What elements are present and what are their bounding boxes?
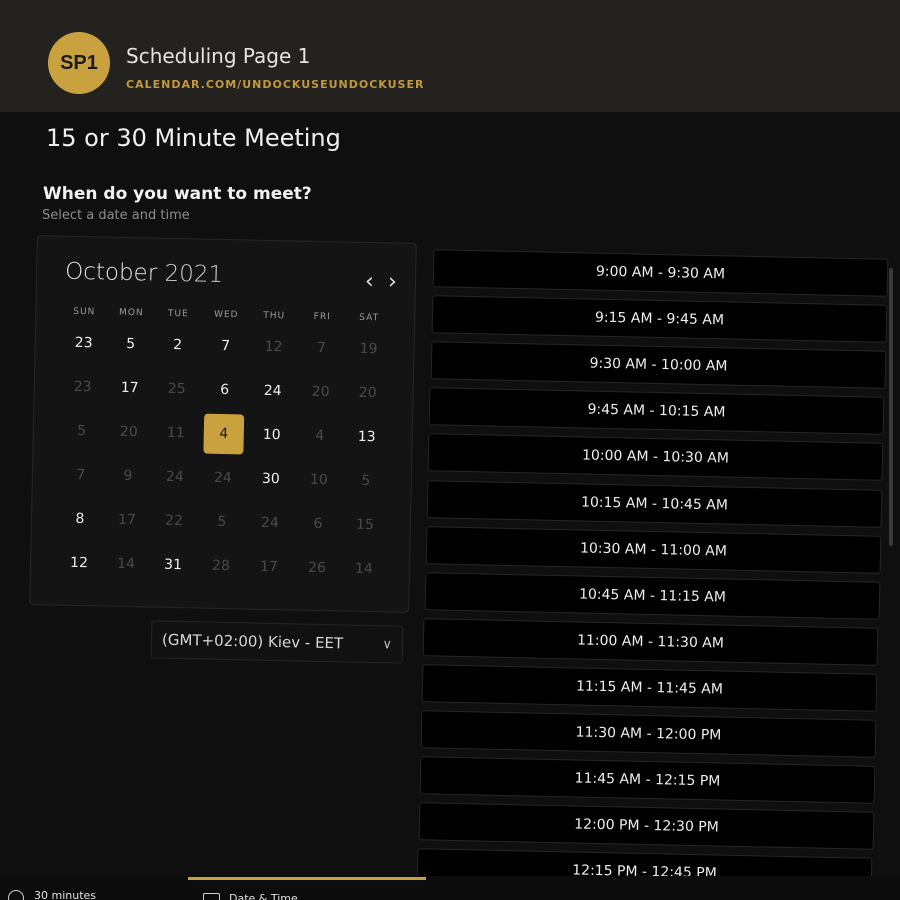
time-slot-button[interactable]: 11:00 AM - 11:30 AM bbox=[423, 618, 879, 666]
time-slot-button[interactable]: 9:45 AM - 10:15 AM bbox=[429, 387, 885, 436]
calendar-day: 5 bbox=[77, 422, 87, 440]
time-slot-button[interactable]: 10:15 AM - 10:45 AM bbox=[426, 479, 883, 528]
calendar-day[interactable]: 23 bbox=[63, 323, 104, 364]
calendar-day: 24 bbox=[260, 514, 280, 532]
scheduling-page-url[interactable]: CALENDAR.COM/UNDOCKUSEUNDOCKUSER bbox=[126, 78, 424, 91]
calendar-day: 22 bbox=[164, 512, 184, 530]
calendar-day: 5 bbox=[217, 513, 227, 531]
time-slot-button[interactable]: 11:45 AM - 12:15 PM bbox=[419, 756, 876, 804]
calendar-day[interactable]: 8 bbox=[60, 499, 101, 540]
time-slot-button[interactable]: 9:00 AM - 9:30 AM bbox=[432, 249, 889, 297]
time-slot-button[interactable]: 11:15 AM - 11:45 AM bbox=[421, 664, 878, 712]
calendar-day: 17 bbox=[259, 558, 279, 576]
step-date-time[interactable]: Date & Time bbox=[229, 892, 298, 900]
calendar-day: 10 bbox=[309, 471, 328, 489]
calendar-icon bbox=[203, 893, 220, 900]
chevron-down-icon: ∨ bbox=[382, 637, 393, 653]
calendar-day: 15 bbox=[355, 516, 374, 534]
calendar-day: 20 bbox=[311, 383, 330, 401]
time-slot-button[interactable]: 11:30 AM - 12:00 PM bbox=[420, 710, 877, 758]
calendar-day: 12 bbox=[264, 338, 283, 356]
timezone-value: (GMT+02:00) Kiev - EET bbox=[161, 630, 344, 653]
meeting-duration: 30 minutes bbox=[34, 889, 97, 900]
calendar-day: 24 bbox=[213, 469, 232, 487]
calendar-day: 19 bbox=[359, 340, 378, 358]
calendar-day: 9 bbox=[123, 467, 133, 485]
calendar-day[interactable]: 30 bbox=[250, 459, 291, 500]
clock-icon bbox=[8, 890, 24, 900]
time-slot-button[interactable]: 10:00 AM - 10:30 AM bbox=[427, 433, 884, 482]
time-slot-button[interactable]: 12:00 PM - 12:30 PM bbox=[418, 802, 874, 850]
weekday-header: THU bbox=[263, 310, 286, 322]
avatar: SP1 bbox=[48, 32, 110, 94]
calendar-year: 2021 bbox=[164, 260, 224, 288]
page-header: SP1 Scheduling Page 1 CALENDAR.COM/UNDOC… bbox=[0, 0, 900, 112]
calendar-day[interactable]: 24 bbox=[252, 371, 293, 412]
time-slot-button[interactable]: 10:30 AM - 11:00 AM bbox=[425, 525, 882, 574]
calendar-day: 26 bbox=[307, 559, 327, 577]
calendar-day: 20 bbox=[358, 384, 377, 402]
calendar-month-label: October 2021 bbox=[65, 259, 223, 288]
weekday-header: FRI bbox=[313, 311, 331, 323]
scheduling-page-name: Scheduling Page 1 bbox=[126, 44, 311, 68]
footer-bar bbox=[0, 876, 900, 900]
calendar-day: 17 bbox=[117, 511, 137, 529]
calendar-day[interactable]: 17 bbox=[109, 368, 150, 409]
time-slot-button[interactable]: 9:30 AM - 10:00 AM bbox=[430, 341, 886, 389]
calendar-day: 11 bbox=[166, 424, 185, 442]
calendar-day: 25 bbox=[167, 380, 186, 398]
calendar-day-selected[interactable]: 4 bbox=[203, 413, 245, 455]
weekday-header: WED bbox=[213, 309, 239, 321]
calendar-day: 4 bbox=[315, 427, 325, 445]
time-slot-scrollbar[interactable] bbox=[889, 268, 893, 546]
time-slot-button[interactable]: 10:45 AM - 11:15 AM bbox=[424, 571, 880, 620]
timezone-select[interactable]: (GMT+02:00) Kiev - EET ∨ bbox=[150, 620, 404, 664]
calendar-day: 14 bbox=[116, 555, 136, 573]
weekday-header: MON bbox=[118, 307, 144, 319]
meeting-question: When do you want to meet? bbox=[43, 184, 312, 204]
meeting-title: 15 or 30 Minute Meeting bbox=[46, 124, 341, 152]
calendar-day[interactable]: 13 bbox=[346, 417, 387, 458]
calendar-day: 28 bbox=[211, 557, 231, 575]
calendar-day[interactable]: 31 bbox=[153, 545, 194, 586]
calendar-day[interactable]: 10 bbox=[251, 415, 292, 456]
chevron-left-icon[interactable]: ‹ bbox=[365, 269, 374, 294]
chevron-right-icon[interactable]: › bbox=[388, 269, 397, 294]
calendar-day[interactable]: 5 bbox=[110, 324, 151, 365]
weekday-header: SAT bbox=[359, 312, 380, 324]
calendar-day: 7 bbox=[316, 339, 327, 357]
calendar-day: 6 bbox=[313, 515, 323, 533]
weekday-header: SUN bbox=[73, 306, 96, 318]
weekday-header: TUE bbox=[167, 308, 189, 320]
calendar-day[interactable]: 7 bbox=[205, 326, 246, 367]
calendar-day[interactable]: 2 bbox=[157, 325, 198, 366]
calendar-month: October bbox=[64, 258, 158, 287]
calendar-day: 24 bbox=[165, 468, 184, 486]
date-picker-calendar: October 2021 ‹ › SUN MON TUE WED THU FRI SAT 23… bbox=[29, 235, 417, 613]
calendar-day: 14 bbox=[354, 560, 374, 578]
meeting-instruction: Select a date and time bbox=[42, 208, 190, 223]
time-slot-button[interactable]: 9:15 AM - 9:45 AM bbox=[431, 295, 888, 343]
calendar-day: 5 bbox=[361, 472, 371, 490]
calendar-day: 23 bbox=[73, 378, 92, 396]
active-step-indicator bbox=[188, 877, 426, 880]
calendar-day[interactable]: 12 bbox=[59, 543, 100, 584]
calendar-day[interactable]: 6 bbox=[204, 370, 245, 411]
calendar-day: 20 bbox=[119, 423, 138, 441]
calendar-day: 7 bbox=[76, 466, 86, 484]
